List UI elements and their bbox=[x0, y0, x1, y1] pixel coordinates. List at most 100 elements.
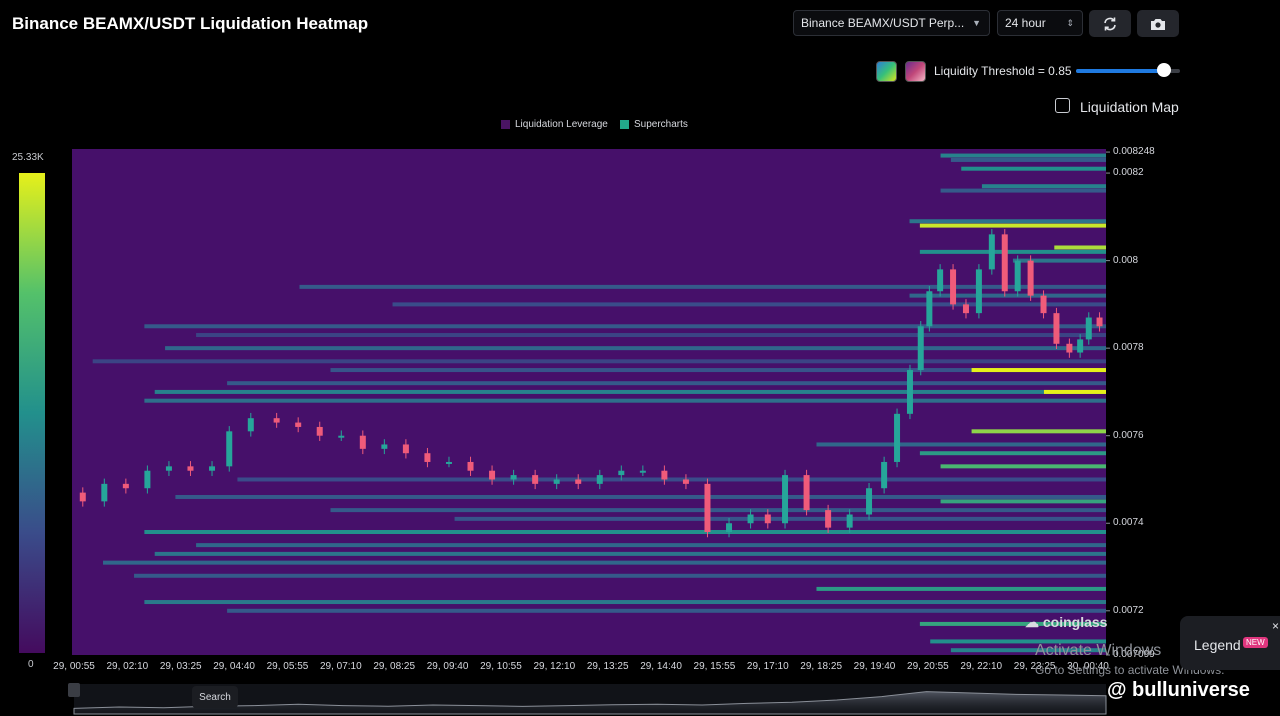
y-tick-label: 0.008 bbox=[1113, 254, 1139, 266]
liquidation-band bbox=[154, 551, 1107, 556]
candle-body bbox=[926, 291, 933, 327]
liquidation-band bbox=[299, 284, 1107, 289]
x-tick-label: 29, 02:10 bbox=[106, 661, 149, 672]
liquidation-band bbox=[919, 249, 1106, 254]
candle-body bbox=[1085, 317, 1092, 340]
candle-body bbox=[682, 479, 689, 484]
candle-body bbox=[1077, 339, 1084, 353]
legend-item-liquidation-leverage[interactable]: Liquidation Leverage bbox=[501, 119, 608, 130]
pair-select[interactable]: Binance BEAMX/USDT Perp... ▼ bbox=[793, 10, 990, 36]
candle-body bbox=[359, 435, 366, 449]
threshold-slider[interactable] bbox=[1076, 63, 1180, 77]
candle-body bbox=[273, 418, 280, 423]
candle-body bbox=[1040, 295, 1047, 314]
liquidation-band bbox=[227, 608, 1107, 613]
liquidation-band bbox=[144, 530, 1106, 535]
liquidation-band bbox=[144, 398, 1106, 403]
colorscheme-viridis-button[interactable] bbox=[876, 61, 897, 82]
liquidation-map-checkbox[interactable] bbox=[1055, 98, 1070, 113]
candle-body bbox=[1014, 260, 1021, 292]
threshold-slider-thumb[interactable] bbox=[1157, 63, 1172, 77]
legend-swatch bbox=[501, 120, 510, 129]
candle-body bbox=[165, 466, 172, 471]
liquidation-band bbox=[816, 586, 1106, 591]
liquidation-band bbox=[919, 451, 1106, 456]
liquidation-band bbox=[103, 560, 1106, 565]
y-tick-label: 0.0082 bbox=[1113, 167, 1144, 179]
colorscale-max-label: 25.33K bbox=[12, 152, 44, 163]
liquidation-band bbox=[981, 184, 1106, 189]
candle-body bbox=[247, 418, 254, 432]
candle-body bbox=[747, 514, 754, 524]
candle-body bbox=[618, 470, 625, 476]
liquidation-band bbox=[144, 600, 1106, 605]
price-candles bbox=[79, 229, 1103, 538]
brand-text: @ bulluniverse bbox=[1107, 679, 1250, 701]
liquidation-band bbox=[971, 429, 1106, 434]
candle-body bbox=[988, 234, 995, 270]
candle-body bbox=[639, 470, 646, 473]
liquidation-band bbox=[227, 381, 1107, 386]
y-tick-label: 0.008248 bbox=[1113, 146, 1155, 158]
liquidation-band bbox=[165, 346, 1106, 351]
interval-select-value: 24 hour bbox=[1005, 16, 1046, 30]
legend-item-supercharts[interactable]: Supercharts bbox=[620, 119, 688, 130]
candle-body bbox=[295, 422, 302, 427]
candle-body bbox=[226, 431, 233, 467]
close-icon[interactable]: × bbox=[1272, 619, 1279, 633]
candle-body bbox=[764, 514, 771, 524]
candle-body bbox=[424, 453, 431, 462]
candle-body bbox=[532, 475, 539, 484]
y-tick-label: 0.0074 bbox=[1113, 517, 1144, 529]
candle-body bbox=[187, 466, 194, 471]
x-tick-label: 29, 17:10 bbox=[746, 661, 789, 672]
liquidation-band bbox=[330, 508, 1106, 513]
candle-body bbox=[846, 514, 853, 528]
candle-body bbox=[1066, 343, 1073, 353]
candle-body bbox=[825, 510, 832, 528]
refresh-button[interactable] bbox=[1089, 10, 1131, 37]
liquidation-band bbox=[154, 389, 1107, 394]
candle-body bbox=[510, 475, 517, 480]
x-tick-label: 29, 04:40 bbox=[213, 661, 255, 672]
x-tick-label: 29, 07:10 bbox=[319, 661, 362, 672]
candle-body bbox=[402, 444, 409, 454]
coinglass-logo: ☁ coinglass bbox=[1025, 614, 1107, 631]
x-tick-label: 29, 20:55 bbox=[907, 661, 949, 672]
candle-body bbox=[894, 413, 901, 462]
colorscheme-magma-button[interactable] bbox=[905, 61, 926, 82]
candle-body bbox=[489, 470, 496, 480]
candle-body bbox=[596, 475, 603, 484]
candle-body bbox=[661, 470, 668, 480]
interval-select[interactable]: 24 hour ⇕ bbox=[997, 10, 1083, 36]
legend-button-label: Legend bbox=[1194, 637, 1241, 653]
brand-watermark: @ bulluniverse bbox=[1107, 679, 1250, 702]
search-label: Search bbox=[199, 691, 231, 703]
liquidation-band bbox=[196, 543, 1106, 548]
candle-body bbox=[975, 269, 982, 314]
x-tick-label: 29, 05:55 bbox=[266, 661, 309, 672]
liquidation-band bbox=[1054, 245, 1106, 250]
candle-body bbox=[553, 479, 560, 484]
liquidation-band bbox=[392, 302, 1106, 307]
x-tick-label: 29, 13:25 bbox=[586, 661, 629, 672]
candle-body bbox=[881, 461, 888, 489]
x-tick-label: 29, 09:40 bbox=[426, 661, 469, 672]
candle-body bbox=[381, 444, 388, 449]
y-tick-label: 0.0078 bbox=[1113, 342, 1144, 354]
legend-button[interactable]: Legend NEW × bbox=[1180, 616, 1280, 670]
candle-body bbox=[917, 326, 924, 371]
x-tick-label: 29, 00:55 bbox=[53, 661, 95, 672]
liquidation-band bbox=[909, 293, 1106, 298]
x-tick-label: 29, 10:55 bbox=[480, 661, 522, 672]
candle-body bbox=[950, 269, 957, 305]
screenshot-button[interactable] bbox=[1137, 10, 1179, 37]
chevron-down-icon: ▼ bbox=[972, 18, 981, 28]
navigator-handle bbox=[68, 683, 80, 697]
coinglass-icon: ☁ bbox=[1025, 614, 1039, 630]
x-tick-label: 29, 19:40 bbox=[853, 661, 896, 672]
liquidation-band bbox=[940, 499, 1106, 504]
liquidation-band bbox=[134, 573, 1107, 578]
search-button[interactable]: Search bbox=[192, 686, 238, 708]
candle-body bbox=[575, 479, 582, 484]
